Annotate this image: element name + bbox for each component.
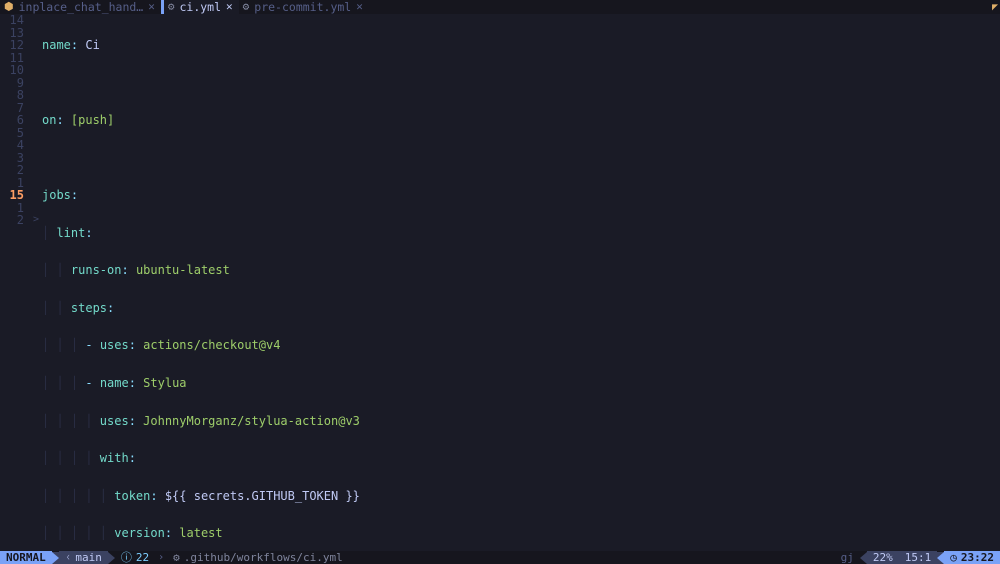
separator-icon: › [155,551,167,564]
separator-icon [937,552,944,564]
clock-time: 23:22 [961,551,994,564]
tab-label: inplace_chat_hand… [19,1,144,14]
code-line: │ │ steps: [42,302,1000,315]
tab-label: ci.yml [179,1,221,14]
line-number: 10 [0,64,24,77]
fold-marker[interactable]: > [30,214,42,227]
python-icon: ⬢ [4,1,14,14]
close-icon[interactable]: ✕ [148,1,155,14]
line-number-current: 15 [0,189,24,202]
code-line: │ │ │ │ uses: JohnnyMorganz/stylua-actio… [42,415,1000,428]
tab-pre-commit[interactable]: ⚙ pre-commit.yml ✕ [239,0,369,14]
code-line [42,77,1000,90]
code-line: │ │ │ │ with: [42,452,1000,465]
vim-mode: NORMAL [6,551,46,564]
code-line: │ lint: [42,227,1000,240]
editor[interactable]: 14 13 12 11 10 9 8 7 6 5 4 3 2 1 15 1 2 … [0,14,1000,551]
fold-column: > [30,14,42,551]
tab-ci-yml[interactable]: ⚙ ci.yml ✕ [164,0,239,14]
encoding: gj [841,551,854,564]
gear-icon: ⚙ [168,1,175,14]
tab-inplace-chat[interactable]: ⬢ inplace_chat_hand… ✕ [0,0,161,14]
separator-icon [108,552,115,564]
branch-icon: ᚲ [65,551,72,564]
line-number: 2 [0,214,24,227]
code-area[interactable]: name: Ci on: [push] jobs: │ lint: │ │ ru… [42,14,1000,551]
clock-segment: ◷ 23:22 [944,551,1000,564]
separator-icon [860,552,867,564]
mode-segment: NORMAL [0,551,52,564]
code-line: on: [push] [42,114,1000,127]
code-line: name: Ci [42,39,1000,52]
code-line: │ │ │ │ │ version: latest [42,527,1000,540]
line-number: 14 [0,14,24,27]
gear-icon: ⚙ [173,551,180,564]
git-branch-segment: ᚲ main [59,551,108,564]
code-line: │ │ │ │ │ token: ${{ secrets.GITHUB_TOKE… [42,490,1000,503]
tab-bar-filler: ◤ [369,0,1000,14]
file-path-segment: ⚙ .github/workflows/ci.yml [167,551,349,564]
line-number: 6 [0,114,24,127]
code-line: │ │ runs-on: ubuntu-latest [42,264,1000,277]
line-number: 12 [0,39,24,52]
line-number-gutter: 14 13 12 11 10 9 8 7 6 5 4 3 2 1 15 1 2 [0,14,30,551]
file-path: .github/workflows/ci.yml [184,551,343,564]
code-line: │ │ │ - uses: actions/checkout@v4 [42,339,1000,352]
line-number: 4 [0,139,24,152]
gear-icon: ⚙ [243,1,250,14]
tab-bar: ⬢ inplace_chat_hand… ✕ ⚙ ci.yml ✕ ⚙ pre-… [0,0,1000,14]
separator-icon [52,552,59,564]
diagnostics-count: 22 [136,551,149,564]
status-line: NORMAL ᚲ main ⓘ 22 › ⚙ .github/workflows… [0,551,1000,564]
warning-icon: ◤ [992,2,998,15]
line-number: 8 [0,89,24,102]
git-branch-name: main [75,551,102,564]
info-icon: ⓘ [121,551,132,564]
encoding-segment: gj [835,551,860,564]
code-line: │ │ │ - name: Stylua [42,377,1000,390]
code-line [42,152,1000,165]
scroll-percent-segment: 22% [867,551,899,564]
diagnostics-segment[interactable]: ⓘ 22 [115,551,155,564]
cursor-position: 15:1 [905,551,932,564]
code-line: jobs: [42,189,1000,202]
close-icon[interactable]: ✕ [226,1,233,14]
scroll-percent: 22% [873,551,893,564]
tab-label: pre-commit.yml [254,1,351,14]
close-icon[interactable]: ✕ [356,1,363,14]
line-number: 2 [0,164,24,177]
cursor-position-segment: 15:1 [899,551,938,564]
clock-icon: ◷ [950,551,957,564]
